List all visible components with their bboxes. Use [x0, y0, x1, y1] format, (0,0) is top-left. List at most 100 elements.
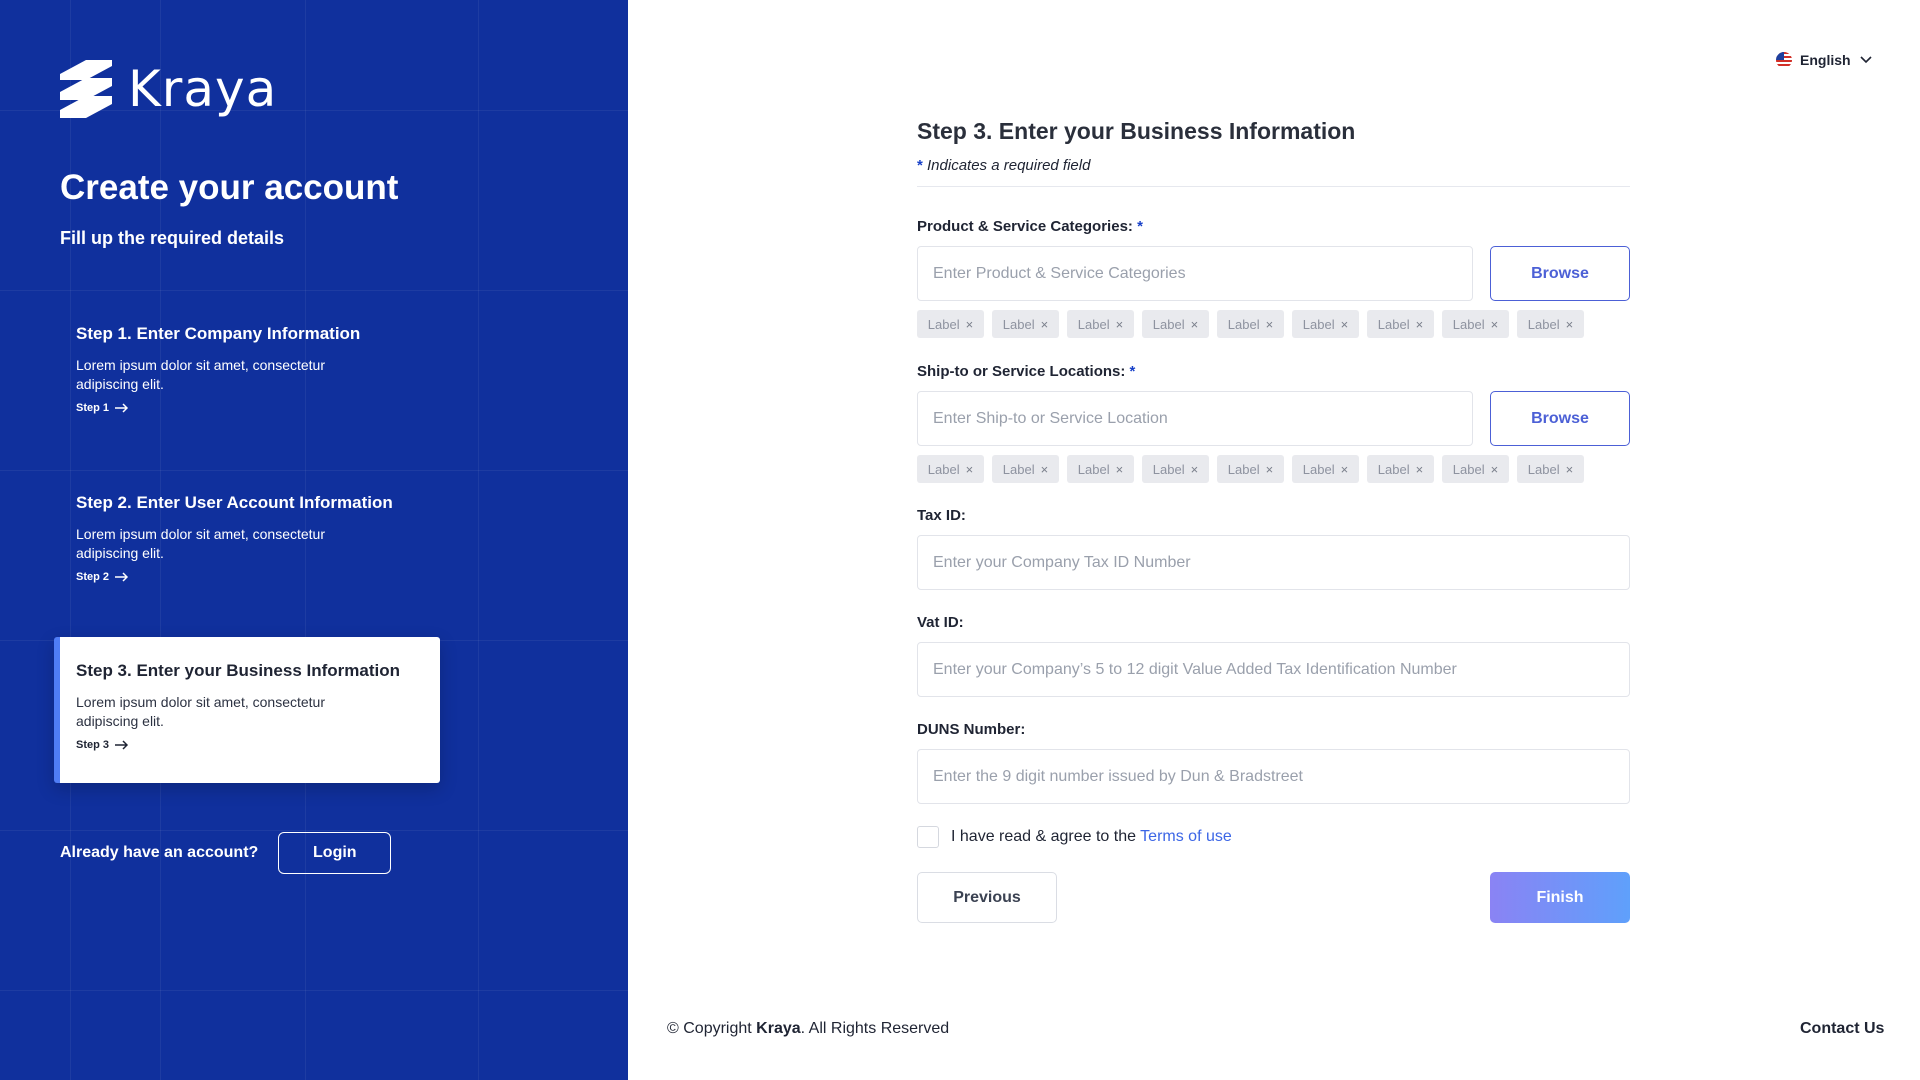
grid-line: [0, 290, 628, 291]
close-icon[interactable]: ×: [1416, 317, 1424, 332]
agree-text: I have read & agree to the: [951, 828, 1137, 845]
tax-id-input[interactable]: [917, 535, 1630, 590]
language-label: English: [1800, 52, 1851, 68]
account-prompt-text: Already have an account?: [60, 844, 259, 861]
locations-label-text: Ship-to or Service Locations:: [917, 363, 1126, 380]
terms-checkbox[interactable]: [917, 826, 939, 848]
label-chip: Label ×: [1292, 310, 1359, 338]
chip-label: Label: [1077, 316, 1110, 332]
label-chip: Label ×: [917, 455, 984, 483]
close-icon[interactable]: ×: [1191, 317, 1199, 332]
label-chip: Label ×: [992, 310, 1059, 338]
chip-label: Label: [1527, 316, 1560, 332]
duns-input[interactable]: [917, 749, 1630, 804]
chip-label: Label: [1377, 316, 1410, 332]
locations-label: Ship-to or Service Locations: *: [917, 363, 1135, 380]
locations-input[interactable]: [917, 391, 1473, 446]
terms-of-use-link[interactable]: Terms of use: [1140, 828, 1232, 845]
label-chip: Label ×: [1442, 310, 1509, 338]
copyright-text: © Copyright Kraya. All Rights Reserved: [667, 1020, 949, 1038]
login-button[interactable]: Login: [278, 832, 392, 874]
close-icon[interactable]: ×: [1566, 317, 1574, 332]
locations-chips: Label × Label × Label × Label × Label × Label × Labe…: [917, 455, 1584, 483]
brand-name: Kraya: [128, 60, 278, 118]
close-icon[interactable]: ×: [1341, 462, 1349, 477]
step-title: Step 2. Enter User Account Information: [76, 493, 393, 512]
step-link[interactable]: Step 2: [76, 571, 418, 583]
browse-categories-button[interactable]: Browse: [1490, 246, 1630, 301]
step-item-2[interactable]: Step 2. Enter User Account Information L…: [54, 469, 440, 615]
chip-label: Label: [1002, 461, 1035, 477]
label-chip: Label ×: [1442, 455, 1509, 483]
step-description: Lorem ipsum dolor sit amet, consectetur …: [76, 526, 325, 561]
us-flag-icon: [1776, 52, 1792, 68]
required-note: * Indicates a required field: [917, 157, 1630, 187]
business-info-form: Step 3. Enter your Business Information …: [917, 118, 1630, 187]
previous-button[interactable]: Previous: [917, 872, 1057, 923]
close-icon[interactable]: ×: [1341, 317, 1349, 332]
categories-label-text: Product & Service Categories:: [917, 218, 1133, 235]
categories-label: Product & Service Categories: *: [917, 218, 1143, 235]
close-icon[interactable]: ×: [966, 317, 974, 332]
chip-label: Label: [1152, 316, 1185, 332]
chip-label: Label: [1152, 461, 1185, 477]
label-chip: Label ×: [1292, 455, 1359, 483]
label-chip: Label ×: [992, 455, 1059, 483]
close-icon[interactable]: ×: [966, 462, 974, 477]
arrow-right-icon: [115, 403, 129, 413]
label-chip: Label ×: [1517, 310, 1584, 338]
step-description: Lorem ipsum dolor sit amet, consectetur …: [76, 694, 325, 729]
chip-label: Label: [1302, 316, 1335, 332]
language-selector[interactable]: English: [1776, 52, 1873, 68]
copyright-suffix: . All Rights Reserved: [800, 1020, 950, 1037]
label-chip: Label ×: [1517, 455, 1584, 483]
contact-us-link[interactable]: Contact Us: [1800, 1020, 1884, 1038]
kraya-logo-icon: [60, 60, 112, 118]
close-icon[interactable]: ×: [1566, 462, 1574, 477]
categories-input[interactable]: [917, 246, 1473, 301]
close-icon[interactable]: ×: [1041, 462, 1049, 477]
copyright-brand: Kraya: [756, 1020, 801, 1037]
chip-label: Label: [1527, 461, 1560, 477]
tax-id-label: Tax ID:: [917, 507, 966, 524]
close-icon[interactable]: ×: [1491, 462, 1499, 477]
step-item-3[interactable]: Step 3. Enter your Business Information …: [54, 637, 440, 783]
chip-label: Label: [1302, 461, 1335, 477]
chip-label: Label: [1077, 461, 1110, 477]
close-icon[interactable]: ×: [1116, 317, 1124, 332]
close-icon[interactable]: ×: [1266, 462, 1274, 477]
step-item-1[interactable]: Step 1. Enter Company Information Lorem …: [54, 300, 440, 446]
form-title: Step 3. Enter your Business Information: [917, 118, 1356, 144]
required-asterisk: *: [1137, 218, 1143, 235]
close-icon[interactable]: ×: [1191, 462, 1199, 477]
finish-button[interactable]: Finish: [1490, 872, 1630, 923]
browse-locations-button[interactable]: Browse: [1490, 391, 1630, 446]
arrow-right-icon: [115, 740, 129, 750]
chip-label: Label: [1452, 316, 1485, 332]
label-chip: Label ×: [917, 310, 984, 338]
close-icon[interactable]: ×: [1116, 462, 1124, 477]
page-subtitle: Fill up the required details: [60, 228, 285, 248]
close-icon[interactable]: ×: [1266, 317, 1274, 332]
step-link[interactable]: Step 3: [76, 739, 418, 751]
close-icon[interactable]: ×: [1416, 462, 1424, 477]
step-link[interactable]: Step 1: [76, 402, 418, 414]
left-panel: Kraya Create your account Fill up the re…: [0, 0, 628, 1080]
chip-label: Label: [1227, 316, 1260, 332]
label-chip: Label ×: [1367, 455, 1434, 483]
required-asterisk: *: [1129, 363, 1136, 380]
chip-label: Label: [1452, 461, 1485, 477]
grid-line: [478, 0, 479, 1080]
chip-label: Label: [1002, 316, 1035, 332]
arrow-right-icon: [115, 572, 129, 582]
required-asterisk: *: [917, 157, 923, 174]
close-icon[interactable]: ×: [1041, 317, 1049, 332]
vat-id-input[interactable]: [917, 642, 1630, 697]
chevron-down-icon: [1859, 56, 1872, 64]
grid-line: [0, 990, 628, 991]
label-chip: Label ×: [1067, 455, 1134, 483]
close-icon[interactable]: ×: [1491, 317, 1499, 332]
label-chip: Label ×: [1217, 455, 1284, 483]
page-title: Create your account: [60, 168, 399, 207]
step-title: Step 1. Enter Company Information: [76, 324, 361, 343]
